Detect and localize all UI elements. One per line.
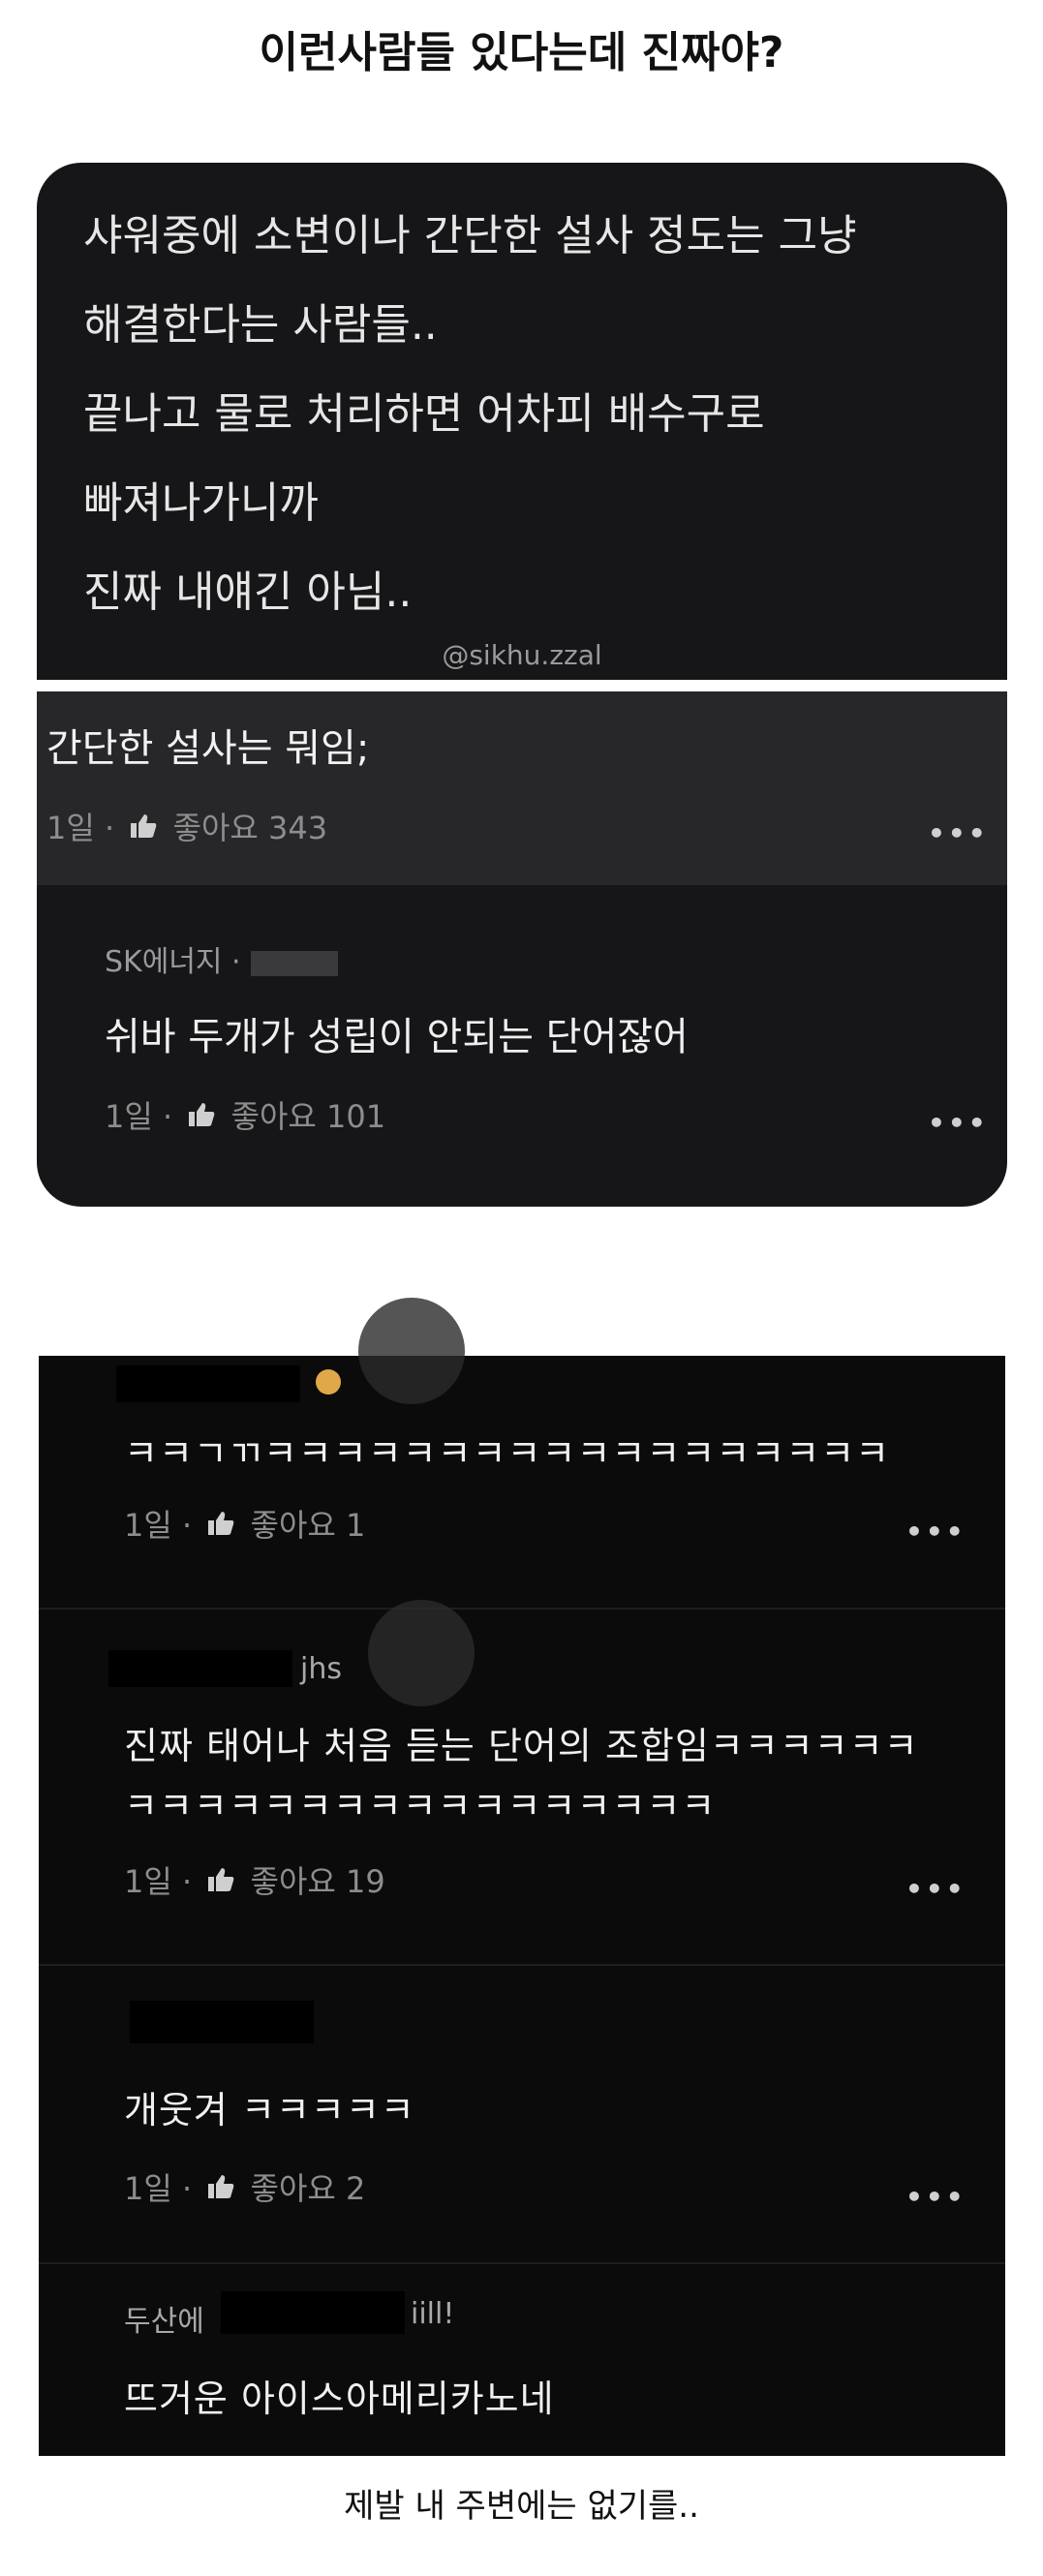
comment-item: 개웃겨 ㅋㅋㅋㅋㅋ 1일 · 좋아요 2 ••• (39, 1966, 1005, 2264)
reply-username: SK에너지 · (105, 937, 338, 980)
page-title: 이런사람들 있다는데 진짜야? (259, 28, 784, 77)
comment-time: 1일 (46, 810, 95, 846)
like-count[interactable]: 좋아요 2 (251, 2170, 366, 2207)
comment-text: 뜨거운 아이스아메리카노네 (124, 2377, 555, 2420)
redacted-username (130, 2001, 314, 2043)
thumbs-up-icon[interactable] (207, 2170, 234, 2207)
divider (37, 680, 1007, 691)
thumbs-up-icon[interactable] (207, 1863, 234, 1900)
reply-meta: 1일 · 좋아요 101 (105, 1092, 385, 1137)
post-line: 샤워중에 소변이나 간단한 설사 정도는 그냥 (83, 211, 857, 261)
thumbs-up-icon[interactable] (207, 1507, 234, 1544)
comment-text: ㅋㅋㅋㅋㅋㅋㅋㅋㅋㅋㅋㅋㅋㅋㅋㅋㅋ (124, 1785, 717, 1827)
reply-username-text: SK에너지 · (105, 945, 241, 979)
watermark: @sikhu.zzal (442, 639, 602, 671)
meta-separator: · (181, 2170, 193, 2207)
redacted-username (116, 1365, 300, 1402)
comment-item: ㅋㅋㄱㄲㅋㅋㅋㅋㅋㅋㅋㅋㅋㅋㅋㅋㅋㅋㅋㅋㅋㅋ 1일 · 좋아요 1 ••• (39, 1298, 1005, 1610)
more-options-icon[interactable]: ••• (905, 1516, 966, 1548)
more-options-icon[interactable]: ••• (928, 817, 989, 849)
reply-time: 1일 (105, 1098, 153, 1135)
like-count[interactable]: 좋아요 343 (173, 810, 328, 846)
comment-username-suffix: iill! (411, 2297, 455, 2331)
caption: 제발 내 주변에는 없기를.. (344, 2487, 699, 2526)
meta-separator: · (181, 1863, 193, 1900)
like-count[interactable]: 좋아요 101 (231, 1098, 386, 1135)
redacted-username (108, 1650, 292, 1687)
comment-time: 1일 (124, 2170, 172, 2207)
comment-thread: ㅋㅋㄱㄲㅋㅋㅋㅋㅋㅋㅋㅋㅋㅋㅋㅋㅋㅋㅋㅋㅋㅋ 1일 · 좋아요 1 ••• jh… (39, 1298, 1005, 2456)
reply-text: 쉬바 두개가 성립이 안되는 단어잖어 (105, 1015, 689, 1059)
meta-separator: · (181, 1507, 193, 1544)
like-count[interactable]: 좋아요 1 (251, 1507, 366, 1544)
comment-time: 1일 (124, 1863, 172, 1900)
post-line: 진짜 내얘긴 아님.. (83, 567, 413, 617)
redacted-username (250, 950, 338, 976)
comment-time: 1일 (124, 1507, 172, 1544)
meta-separator: · (104, 810, 115, 846)
thumbs-up-icon[interactable] (188, 1098, 215, 1135)
comment-username: 두산에 (124, 2305, 204, 2339)
post-card: 샤워중에 소변이나 간단한 설사 정도는 그냥 해결한다는 사람들.. 끝나고 … (37, 163, 1007, 1207)
comment-text: 간단한 설사는 뭐임; (46, 726, 370, 771)
comment-text: 개웃겨 ㅋㅋㅋㅋㅋ (124, 2089, 415, 2131)
comment-meta: 1일 · 좋아요 2 (124, 2164, 365, 2209)
comment-meta: 1일 · 좋아요 19 (124, 1857, 385, 1902)
avatar (358, 1298, 465, 1404)
thumbs-up-icon[interactable] (130, 810, 157, 846)
comment-text: ㅋㅋㄱㄲㅋㅋㅋㅋㅋㅋㅋㅋㅋㅋㅋㅋㅋㅋㅋㅋㅋㅋ (124, 1432, 891, 1475)
post-line: 해결한다는 사람들.. (83, 300, 438, 350)
comment-username: jhs (300, 1652, 342, 1686)
comment-item: jhs 진짜 태어나 처음 듣는 단어의 조합임ㅋㅋㅋㅋㅋㅋ ㅋㅋㅋㅋㅋㅋㅋㅋㅋ… (39, 1600, 1005, 1966)
post-line: 빠져나가니까 (83, 478, 319, 528)
like-count[interactable]: 좋아요 19 (251, 1863, 385, 1900)
more-options-icon[interactable]: ••• (928, 1107, 989, 1139)
comment-text: 진짜 태어나 처음 듣는 단어의 조합임ㅋㅋㅋㅋㅋㅋ (124, 1725, 919, 1767)
comment-item: 두산에 iill! 뜨거운 아이스아메리카노네 (39, 2264, 1005, 2456)
badge-icon (316, 1369, 341, 1395)
comment-meta: 1일 · 좋아요 343 (46, 804, 327, 848)
more-options-icon[interactable]: ••• (905, 1873, 966, 1905)
more-options-icon[interactable]: ••• (905, 2181, 966, 2213)
redacted-username (221, 2291, 405, 2334)
comment-item: 간단한 설사는 뭐임; 1일 · 좋아요 343 ••• (37, 691, 1007, 885)
post-text: 샤워중에 소변이나 간단한 설사 정도는 그냥 해결한다는 사람들.. 끝나고 … (83, 192, 984, 637)
avatar (368, 1600, 475, 1706)
meta-separator: · (162, 1098, 173, 1135)
post-line: 끝나고 물로 처리하면 어차피 배수구로 (83, 389, 765, 439)
comment-meta: 1일 · 좋아요 1 (124, 1501, 365, 1546)
